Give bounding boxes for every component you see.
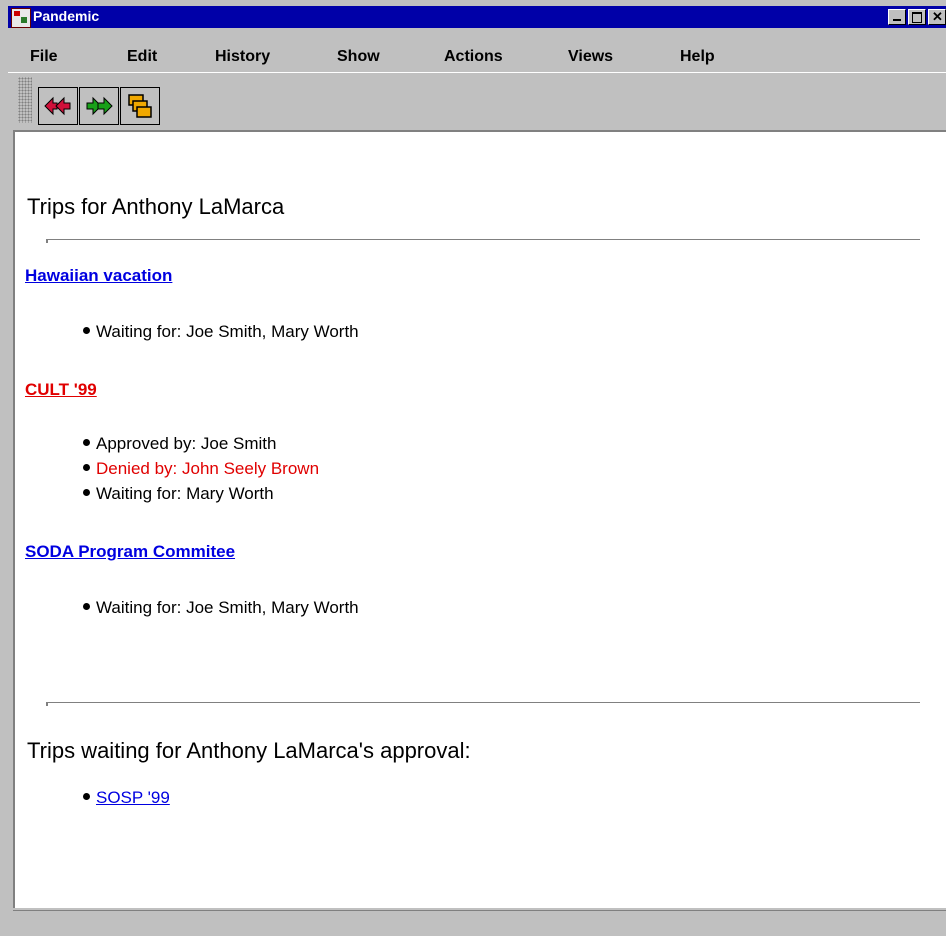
bullet-icon bbox=[83, 464, 90, 472]
back-button[interactable] bbox=[38, 87, 78, 125]
windows-button[interactable] bbox=[120, 87, 160, 125]
trip-detail: Approved by: Joe Smith bbox=[83, 434, 276, 454]
content-pane[interactable]: Trips for Anthony LaMarca Hawaiian vacat… bbox=[13, 130, 946, 908]
bullet-icon bbox=[83, 439, 90, 447]
trip-detail: Waiting for: Mary Worth bbox=[83, 484, 274, 504]
maximize-button[interactable] bbox=[908, 9, 926, 25]
minimize-button[interactable] bbox=[888, 9, 906, 25]
app-icon[interactable] bbox=[11, 8, 31, 28]
menu-history[interactable]: History bbox=[215, 48, 270, 66]
window-title: Pandemic bbox=[33, 8, 100, 24]
app-window: Pandemic File Edit History Show Actions … bbox=[0, 0, 946, 936]
divider bbox=[46, 239, 920, 243]
toolbar-grip[interactable] bbox=[18, 77, 32, 123]
window-controls bbox=[886, 9, 946, 25]
approval-item: SOSP '99 bbox=[83, 788, 170, 808]
bullet-icon bbox=[83, 489, 90, 497]
trip-link-soda-program-commitee[interactable]: SODA Program Commitee bbox=[25, 542, 235, 562]
windows-icon bbox=[128, 94, 152, 118]
menu-help[interactable]: Help bbox=[680, 48, 715, 66]
bullet-icon bbox=[83, 327, 90, 335]
title-bar[interactable]: Pandemic bbox=[8, 6, 946, 28]
status-bar bbox=[13, 910, 946, 936]
close-button[interactable] bbox=[928, 9, 946, 25]
bullet-icon bbox=[83, 603, 90, 611]
menu-file[interactable]: File bbox=[30, 48, 58, 66]
approval-heading: Trips waiting for Anthony LaMarca's appr… bbox=[27, 738, 471, 763]
trip-link-cult-99[interactable]: CULT '99 bbox=[25, 380, 97, 400]
back-arrow-icon bbox=[44, 96, 71, 116]
menu-views[interactable]: Views bbox=[568, 48, 613, 66]
trip-link-hawaiian-vacation[interactable]: Hawaiian vacation bbox=[25, 266, 172, 286]
trip-detail: Waiting for: Joe Smith, Mary Worth bbox=[83, 322, 359, 342]
forward-arrow-icon bbox=[86, 96, 113, 116]
trip-detail: Waiting for: Joe Smith, Mary Worth bbox=[83, 598, 359, 618]
menu-show[interactable]: Show bbox=[337, 48, 380, 66]
bullet-icon bbox=[83, 793, 90, 801]
toolbar bbox=[8, 72, 946, 130]
trips-heading: Trips for Anthony LaMarca bbox=[27, 194, 285, 219]
menu-actions[interactable]: Actions bbox=[444, 48, 503, 66]
menu-bar: File Edit History Show Actions Views Hel… bbox=[8, 40, 946, 72]
trip-detail-denied: Denied by: John Seely Brown bbox=[83, 459, 319, 479]
approval-link-sosp-99[interactable]: SOSP '99 bbox=[96, 788, 170, 807]
menu-edit[interactable]: Edit bbox=[127, 48, 157, 66]
divider bbox=[46, 702, 920, 706]
forward-button[interactable] bbox=[79, 87, 119, 125]
